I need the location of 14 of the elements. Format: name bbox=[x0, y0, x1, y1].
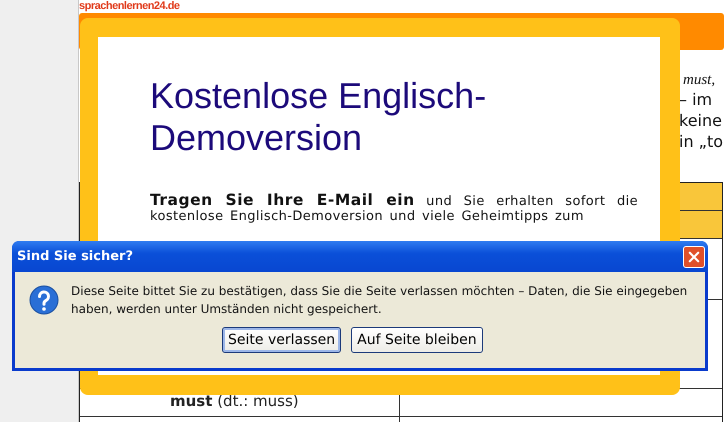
site-logo[interactable]: sprachenlernen24.de bbox=[79, 0, 180, 13]
dialog-title: Sind Sie sicher? bbox=[17, 249, 133, 264]
question-icon bbox=[29, 285, 59, 315]
text-fragment: keine bbox=[679, 110, 723, 131]
text-fragment: – im bbox=[679, 89, 714, 110]
dialog-message: Diese Seite bittet Sie zu bestätigen, dass Sie die Seite verlassen möchten – Daten, die Sie eingegeben haben, werden unter Umständen nicht gespeichert. bbox=[71, 283, 688, 318]
close-icon bbox=[687, 250, 701, 264]
close-button[interactable] bbox=[683, 246, 705, 268]
popup-title: Kostenlose Englisch-Demoversion bbox=[150, 75, 488, 159]
text-fragment: in „to bbox=[679, 131, 723, 152]
leave-button[interactable]: Seite verlassen bbox=[222, 327, 342, 353]
text-fragment: must, bbox=[683, 72, 716, 89]
popup-intro: Tragen Sie Ihre E-Mail ein und Sie erhalten sofort die kostenlose Englisch-Demoversion und viele Geheimtipps zum bbox=[150, 193, 638, 224]
stay-button[interactable]: Auf Seite bleiben bbox=[351, 327, 483, 353]
